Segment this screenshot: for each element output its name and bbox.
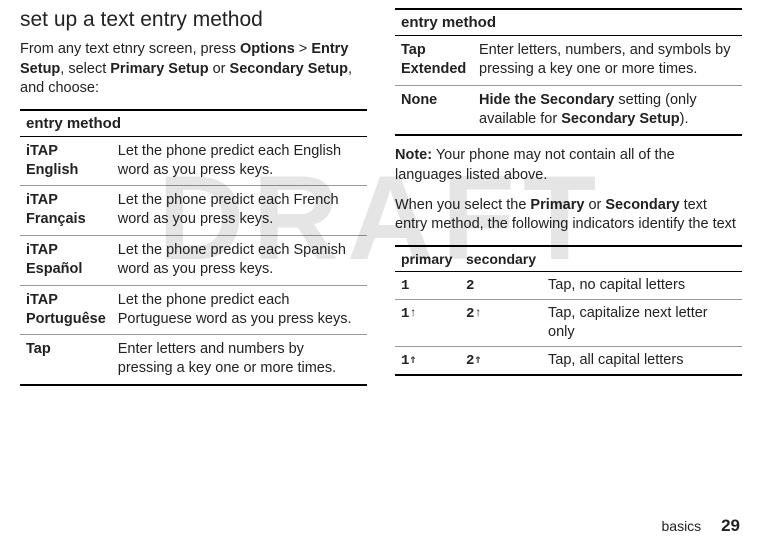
footer-section-label: basics bbox=[662, 518, 702, 534]
left-column: set up a text entry method From any text… bbox=[20, 8, 367, 392]
primary-symbol: 1 bbox=[401, 306, 409, 322]
primary-symbol: 1 bbox=[401, 278, 409, 294]
text: ). bbox=[680, 111, 689, 127]
desc: Hide the Secondary setting (only availab… bbox=[473, 85, 742, 135]
intro-paragraph: From any text etnry screen, press Option… bbox=[20, 40, 367, 99]
table-row: iTAP Español Let the phone predict each … bbox=[20, 236, 367, 286]
indicator-table: primary secondary 1 2 Tap, no capital le… bbox=[395, 245, 742, 376]
term: iTAP Français bbox=[20, 186, 112, 236]
page-columns: set up a text entry method From any text… bbox=[0, 0, 762, 392]
indicator-intro: When you select the Primary or Secondary… bbox=[395, 196, 742, 235]
note-label: Note: bbox=[395, 147, 432, 163]
secondary-symbol: 2 bbox=[466, 306, 474, 322]
term: Tap Extended bbox=[395, 36, 473, 86]
text: > bbox=[295, 41, 312, 57]
table-row: 1 2 Tap, no capital letters bbox=[395, 271, 742, 299]
desc: Enter letters, numbers, and symbols by p… bbox=[473, 36, 742, 86]
desc: Let the phone predict each English word … bbox=[112, 136, 367, 186]
table-row: iTAP Français Let the phone predict each… bbox=[20, 186, 367, 236]
col-secondary: secondary bbox=[460, 246, 542, 272]
entry-method-table-left: entry method iTAP English Let the phone … bbox=[20, 109, 367, 386]
col-primary: primary bbox=[395, 246, 460, 272]
text: From any text etnry screen, press bbox=[20, 41, 240, 57]
term: iTAP English bbox=[20, 136, 112, 186]
term: iTAP Español bbox=[20, 236, 112, 286]
double-arrow-up-icon: ⇑ bbox=[409, 353, 416, 369]
options-label: Options bbox=[240, 41, 295, 57]
page-footer: basics 29 bbox=[662, 516, 741, 536]
hide-secondary-label: Hide the Secondary bbox=[479, 92, 614, 108]
table-row: 1↑ 2↑ Tap, capitalize next letter only bbox=[395, 299, 742, 346]
table-header: entry method bbox=[20, 110, 367, 137]
table-row: 1⇑ 2⇑ Tap, all capital letters bbox=[395, 346, 742, 375]
secondary-symbol: 2 bbox=[466, 278, 474, 294]
desc: Tap, capitalize next letter only bbox=[542, 299, 742, 346]
desc: Enter letters and numbers by pressing a … bbox=[112, 335, 367, 385]
secondary-setup-label: Secondary Setup bbox=[561, 111, 679, 127]
section-title: set up a text entry method bbox=[20, 8, 367, 32]
secondary-setup-label: Secondary Setup bbox=[230, 61, 348, 77]
page-number: 29 bbox=[721, 516, 740, 535]
table-row: Tap Extended Enter letters, numbers, and… bbox=[395, 36, 742, 86]
col-desc bbox=[542, 246, 742, 272]
arrow-up-icon: ↑ bbox=[474, 306, 481, 322]
desc: Let the phone predict each Spanish word … bbox=[112, 236, 367, 286]
desc: Tap, no capital letters bbox=[542, 271, 742, 299]
note-paragraph: Note: Your phone may not contain all of … bbox=[395, 146, 742, 185]
text: , select bbox=[60, 61, 110, 77]
primary-symbol: 1 bbox=[401, 353, 409, 369]
term: iTAP Portuguêse bbox=[20, 285, 112, 335]
primary-setup-label: Primary Setup bbox=[110, 61, 208, 77]
term: None bbox=[395, 85, 473, 135]
desc: Let the phone predict each Portuguese wo… bbox=[112, 285, 367, 335]
text: or bbox=[584, 197, 605, 213]
text: or bbox=[209, 61, 230, 77]
text: When you select the bbox=[395, 197, 530, 213]
desc: Let the phone predict each French word a… bbox=[112, 186, 367, 236]
double-arrow-up-icon: ⇑ bbox=[474, 353, 481, 369]
secondary-label: Secondary bbox=[605, 197, 679, 213]
desc: Tap, all capital letters bbox=[542, 346, 742, 375]
table-header: entry method bbox=[395, 9, 742, 36]
table-row: Tap Enter letters and numbers by pressin… bbox=[20, 335, 367, 385]
secondary-symbol: 2 bbox=[466, 353, 474, 369]
table-row: iTAP English Let the phone predict each … bbox=[20, 136, 367, 186]
entry-method-table-right: entry method Tap Extended Enter letters,… bbox=[395, 8, 742, 136]
right-column: entry method Tap Extended Enter letters,… bbox=[395, 8, 742, 392]
table-row: iTAP Portuguêse Let the phone predict ea… bbox=[20, 285, 367, 335]
arrow-up-icon: ↑ bbox=[409, 306, 416, 322]
table-row: None Hide the Secondary setting (only av… bbox=[395, 85, 742, 135]
term: Tap bbox=[20, 335, 112, 385]
primary-label: Primary bbox=[530, 197, 584, 213]
note-text: Your phone may not contain all of the la… bbox=[395, 147, 675, 183]
